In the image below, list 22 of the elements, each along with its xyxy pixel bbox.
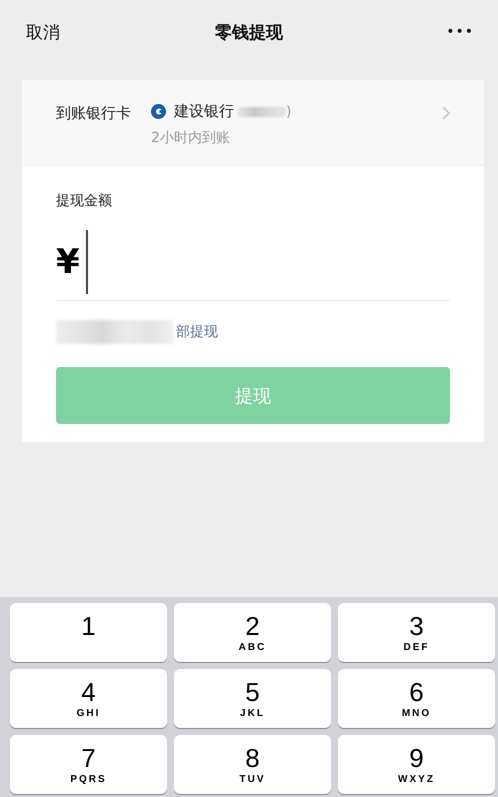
keypad-key[interactable]: 2 ABC: [174, 603, 331, 662]
keypad-key[interactable]: 3 DEF: [338, 603, 495, 662]
amount-field[interactable]: ¥: [56, 224, 450, 301]
arrival-time: 2小时内到账: [151, 129, 231, 147]
redacted-blur: [238, 106, 286, 116]
withdraw-all-link[interactable]: 部提现: [176, 323, 218, 341]
keypad-key[interactable]: 9 WXYZ: [338, 735, 495, 794]
bank-logo-icon: [151, 104, 166, 119]
keypad-key[interactable]: 1: [10, 603, 167, 662]
bank-name: 建设银行: [174, 102, 234, 121]
keypad-key[interactable]: 7 PQRS: [10, 735, 167, 794]
keypad-key[interactable]: 4 GHI: [10, 669, 167, 728]
more-button[interactable]: •••: [446, 24, 474, 40]
field-label: 到账银行卡: [56, 103, 131, 124]
field-label: 提现金额: [56, 192, 112, 210]
chevron-right-icon[interactable]: [442, 106, 450, 120]
cancel-button[interactable]: 取消: [26, 20, 60, 44]
page-title: 零钱提现: [215, 22, 283, 42]
card-suffix: ): [286, 104, 292, 120]
keypad-key[interactable]: 6 MNO: [338, 669, 495, 728]
keypad-key[interactable]: 5 JKL: [174, 669, 331, 728]
keypad-key[interactable]: 8 TUV: [174, 735, 331, 794]
